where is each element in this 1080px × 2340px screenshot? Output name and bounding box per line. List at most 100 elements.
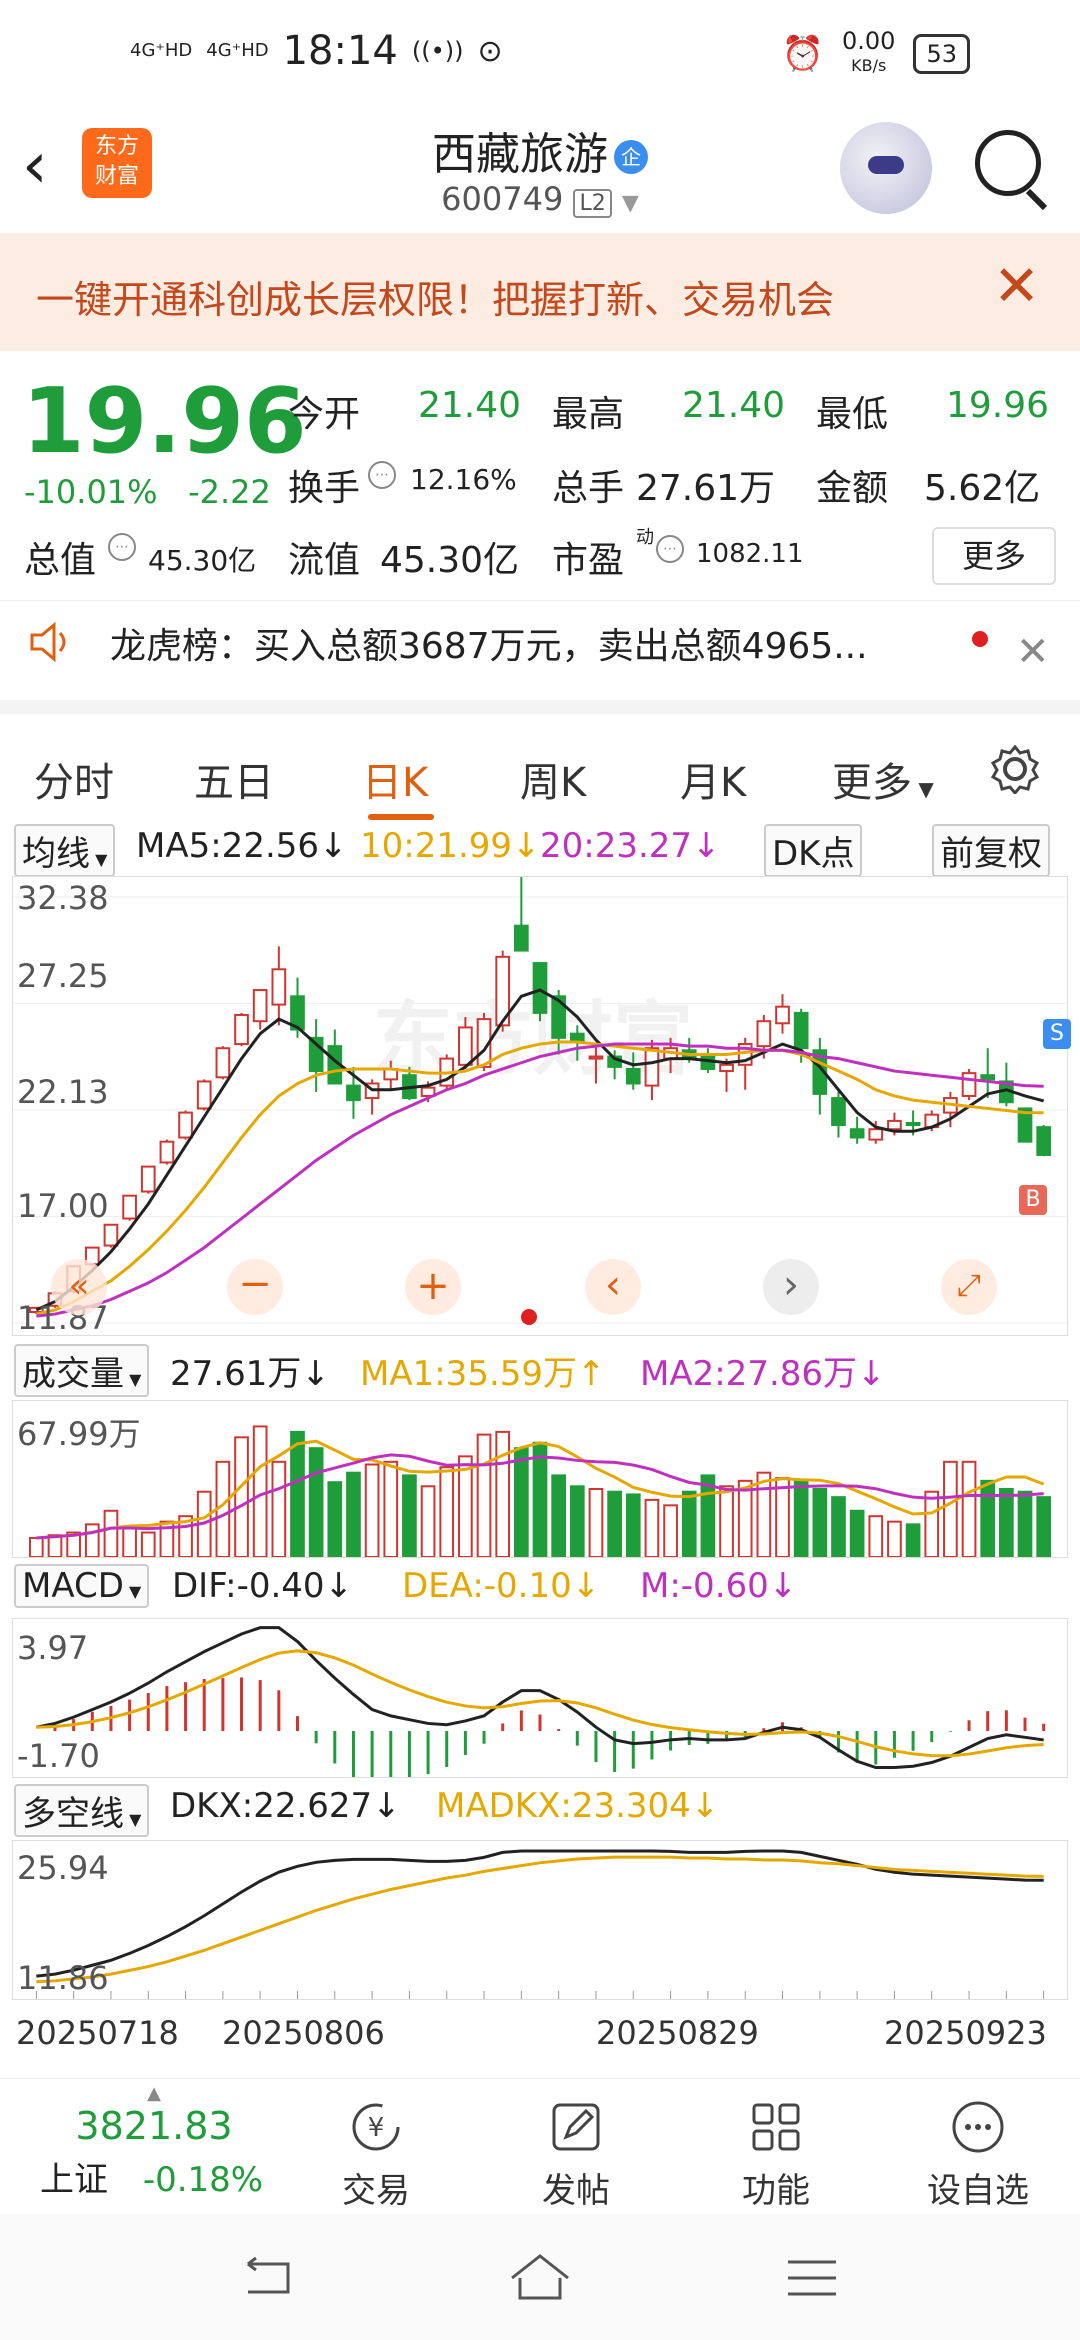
status-right: ⏰ 0.00 KB/s 53	[781, 29, 970, 77]
nav-functions[interactable]: 功能	[696, 2099, 856, 2212]
hotspot-icon: ((•))	[411, 37, 464, 65]
edit-icon	[552, 2103, 600, 2151]
volume-bar	[999, 1488, 1014, 1557]
axis-label: 25.94	[17, 1849, 109, 1887]
macd-chart[interactable]: 3.97 -1.70	[12, 1618, 1068, 1778]
tab-intraday[interactable]: 分时	[34, 750, 114, 808]
info-icon[interactable]: ⋯	[368, 461, 396, 489]
indicator-select[interactable]: 均线 ▼	[14, 824, 116, 877]
change-amount: -2.22	[188, 473, 271, 511]
more-circle-icon	[952, 2101, 1004, 2153]
last-price: 19.96	[22, 369, 307, 474]
axis-label: 11.86	[17, 1959, 109, 1997]
tab-5day[interactable]: 五日	[194, 750, 274, 808]
candle	[905, 1121, 921, 1127]
turnover-label: 换手	[288, 468, 361, 509]
chevron-right-icon[interactable]: ›	[763, 1259, 819, 1315]
macd-select-label: MACD	[22, 1566, 124, 1606]
tab-more[interactable]: 更多 ▼	[832, 750, 934, 808]
info-icon[interactable]: ⋯	[656, 535, 684, 563]
rewind-icon[interactable]: «	[51, 1259, 107, 1315]
index-widget[interactable]: ▲ 3821.83 上证 -0.18%	[24, 2083, 284, 2201]
volume-bar	[84, 1523, 100, 1557]
volume-bar	[681, 1490, 697, 1557]
tab-weekly-k[interactable]: 周K	[520, 750, 586, 808]
candle	[756, 1020, 772, 1048]
close-icon[interactable]: ✕	[993, 257, 1040, 317]
tab-daily-k[interactable]: 日K	[362, 750, 428, 808]
volume-bar	[1017, 1490, 1033, 1557]
pe-label: 市盈	[552, 540, 625, 581]
pe-value: 1082.11	[696, 539, 804, 569]
dk-point-select[interactable]: DK点	[764, 824, 863, 877]
nav-trade[interactable]: ¥ 交易	[296, 2099, 456, 2212]
gear-icon[interactable]	[990, 744, 1040, 794]
menu-icon[interactable]	[784, 2256, 840, 2300]
sell-signal-marker[interactable]: S	[1043, 1019, 1071, 1049]
adjust-select[interactable]: 前复权	[932, 824, 1050, 877]
macd-select[interactable]: MACD ▼	[14, 1564, 150, 1608]
more-button[interactable]: 更多	[932, 527, 1056, 585]
volume-bar	[458, 1455, 473, 1557]
volume-bar	[47, 1534, 63, 1557]
promo-banner[interactable]: 一键开通科创成长层权限！把握打新、交易机会 ✕	[0, 233, 1080, 351]
dkx-chart[interactable]: 25.94 11.86	[12, 1840, 1068, 2000]
search-icon[interactable]	[975, 130, 1041, 196]
volume-bar	[514, 1447, 529, 1557]
open-label: 今开	[288, 394, 361, 435]
chevron-left-icon[interactable]: ‹	[585, 1259, 641, 1315]
macd-dif: DIF:-0.40↓	[172, 1566, 354, 1606]
alarm-icon: ⏰	[781, 33, 825, 74]
volume-select[interactable]: 成交量 ▼	[14, 1344, 150, 1397]
volume-bar	[607, 1490, 622, 1557]
candle	[252, 989, 268, 1023]
page-dot	[521, 1309, 537, 1325]
candle	[625, 1067, 641, 1085]
robot-assistant-icon[interactable]	[840, 122, 932, 214]
vol-ma2: MA2:27.86万↓	[640, 1354, 886, 1394]
volume-bar	[402, 1474, 417, 1557]
volume-bar	[719, 1485, 734, 1557]
candle	[961, 1072, 977, 1097]
nav-post[interactable]: 发帖	[496, 2099, 656, 2212]
volume-bar	[775, 1477, 790, 1557]
back-icon[interactable]	[240, 2256, 296, 2300]
kline-chart[interactable]: 东方财富 32.38 27.25 22.13 17.00 11.87 S B «…	[12, 876, 1071, 1337]
volume-legend: 成交量 ▼ 27.61万↓ MA1:35.59万↑ MA2:27.86万↓	[0, 1340, 1080, 1397]
fullscreen-icon[interactable]: ⤢	[941, 1259, 997, 1315]
candle	[122, 1194, 137, 1220]
buy-signal-marker[interactable]: B	[1019, 1185, 1047, 1215]
news-ticker[interactable]: 龙虎榜：买入总额3687万元，卖出总额4965... ✕	[0, 600, 1080, 701]
index-value: 3821.83	[75, 2104, 233, 2148]
volume-bar	[905, 1523, 921, 1557]
volume-chart[interactable]: 67.99万	[12, 1400, 1068, 1558]
volume-bar	[28, 1536, 44, 1557]
nav-functions-label: 功能	[742, 2171, 810, 2211]
volume-bar	[551, 1474, 566, 1557]
close-icon[interactable]: ✕	[1016, 629, 1050, 675]
volume-bar	[122, 1526, 137, 1557]
volume-bar	[793, 1479, 809, 1557]
volume-bar	[364, 1463, 380, 1557]
candle	[588, 1055, 604, 1060]
candle	[271, 968, 287, 1006]
axis-label: 3.97	[17, 1629, 89, 1667]
candle	[178, 1111, 193, 1139]
zoom-in-icon[interactable]: +	[405, 1259, 461, 1315]
status-left: 4G⁺HD 4G⁺HD 18:14 ((•)) ⊙	[130, 28, 503, 74]
date-label: 20250718	[16, 2014, 179, 2052]
chevron-up-icon: ▲	[147, 2083, 161, 2104]
triangle-down-icon: ▼	[124, 1370, 142, 1389]
axis-label: -1.70	[17, 1737, 100, 1775]
promo-text: 一键开通科创成长层权限！把握打新、交易机会	[36, 278, 835, 322]
change-percent: -10.01%	[24, 473, 158, 511]
dkx-value: DKX:22.627↓	[170, 1786, 401, 1826]
dkx-select[interactable]: 多空线 ▼	[14, 1784, 150, 1837]
zoom-out-icon[interactable]: −	[227, 1259, 283, 1315]
tab-monthly-k[interactable]: 月K	[680, 750, 746, 808]
amount-label: 金额	[816, 468, 889, 509]
tab-more-label: 更多	[832, 760, 912, 806]
nav-add-watchlist[interactable]: 设自选	[898, 2099, 1058, 2212]
home-icon[interactable]	[508, 2252, 572, 2302]
info-icon[interactable]: ⋯	[108, 533, 136, 561]
